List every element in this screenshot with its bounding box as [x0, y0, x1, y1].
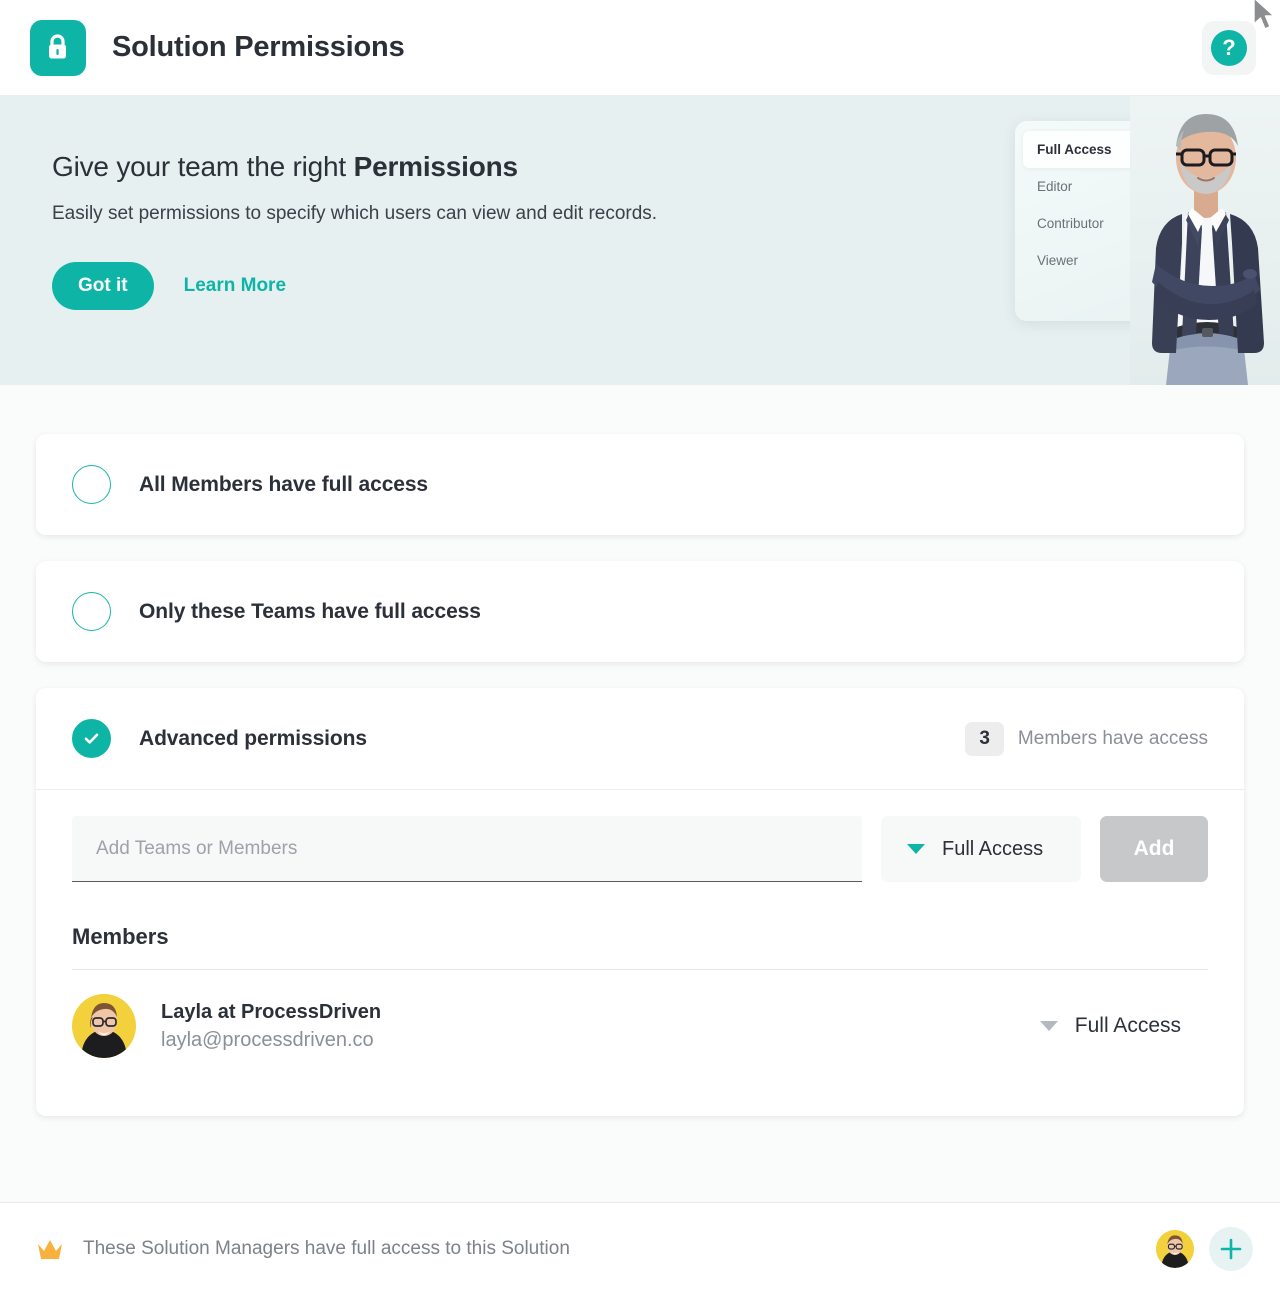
promo-banner: Give your team the right Permissions Eas… — [0, 96, 1280, 385]
banner-copy: Give your team the right Permissions Eas… — [0, 96, 900, 310]
banner-actions: Got it Learn More — [52, 262, 900, 310]
permission-option-all-members[interactable]: All Members have full access — [36, 434, 1244, 535]
plus-icon — [1220, 1238, 1242, 1259]
radio-all-members[interactable] — [72, 465, 111, 504]
avatar — [72, 994, 136, 1058]
illustration-person-photo — [1130, 96, 1280, 385]
permission-option-row[interactable]: All Members have full access — [36, 434, 1244, 535]
add-member-row: Full Access Add — [36, 790, 1244, 882]
permission-option-label: Only these Teams have full access — [139, 599, 481, 623]
page-footer: These Solution Managers have full access… — [0, 1202, 1280, 1294]
permission-option-row[interactable]: Only these Teams have full access — [36, 561, 1244, 662]
got-it-button[interactable]: Got it — [52, 262, 154, 310]
page-header: Solution Permissions ? — [0, 0, 1280, 96]
member-list-item: Layla at ProcessDriven layla@processdriv… — [36, 970, 1244, 1058]
members-heading: Members — [72, 924, 169, 949]
member-name: Layla at ProcessDriven — [161, 1000, 382, 1023]
banner-illustration: Full Access Editor Contributor Viewer — [1015, 96, 1280, 385]
crown-icon — [38, 1239, 62, 1259]
add-role-dropdown[interactable]: Full Access — [881, 816, 1081, 882]
member-info: Layla at ProcessDriven layla@processdriv… — [161, 1001, 381, 1052]
add-role-value: Full Access — [942, 837, 1044, 860]
permission-option-label: Advanced permissions — [139, 726, 367, 750]
banner-heading-prefix: Give your team the right — [52, 151, 354, 182]
member-access-summary: 3 Members have access — [965, 721, 1208, 756]
add-teams-or-members-input[interactable] — [72, 816, 862, 882]
page-title: Solution Permissions — [112, 31, 405, 63]
help-button[interactable]: ? — [1202, 20, 1256, 75]
member-role-dropdown[interactable]: Full Access — [1039, 1014, 1208, 1038]
footer-text: These Solution Managers have full access… — [83, 1237, 570, 1259]
member-email: layla@processdriven.co — [161, 1028, 374, 1051]
banner-heading-bold: Permissions — [353, 151, 519, 182]
banner-heading: Give your team the right Permissions — [52, 151, 900, 183]
permission-option-row-advanced[interactable]: Advanced permissions 3 Members have acce… — [36, 688, 1244, 789]
solution-permissions-page: Solution Permissions ? Give your team th… — [0, 0, 1280, 1294]
radio-advanced-permissions[interactable] — [72, 719, 111, 758]
lock-icon — [30, 19, 86, 76]
add-button[interactable]: Add — [1100, 816, 1208, 882]
member-count-badge: 3 — [965, 721, 1004, 756]
member-count-text: Members have access — [1017, 727, 1208, 749]
chevron-down-icon — [907, 844, 925, 854]
chevron-down-icon — [1039, 1021, 1058, 1031]
permission-option-label: All Members have full access — [139, 472, 429, 496]
check-icon — [84, 733, 99, 744]
question-mark-icon: ? — [1211, 29, 1247, 66]
manager-avatar[interactable] — [1156, 1229, 1194, 1268]
radio-only-teams[interactable] — [72, 592, 111, 631]
learn-more-link[interactable]: Learn More — [184, 275, 286, 297]
card-bottom-spacer — [36, 1058, 1244, 1116]
member-role-value: Full Access — [1074, 1014, 1181, 1037]
add-manager-button[interactable] — [1209, 1226, 1253, 1271]
footer-actions — [1156, 1226, 1253, 1271]
permissions-main: All Members have full access Only these … — [0, 385, 1280, 1202]
permission-option-advanced-card: Advanced permissions 3 Members have acce… — [36, 688, 1244, 1116]
banner-subtitle: Easily set permissions to specify which … — [52, 203, 658, 224]
permission-option-only-teams[interactable]: Only these Teams have full access — [36, 561, 1244, 662]
